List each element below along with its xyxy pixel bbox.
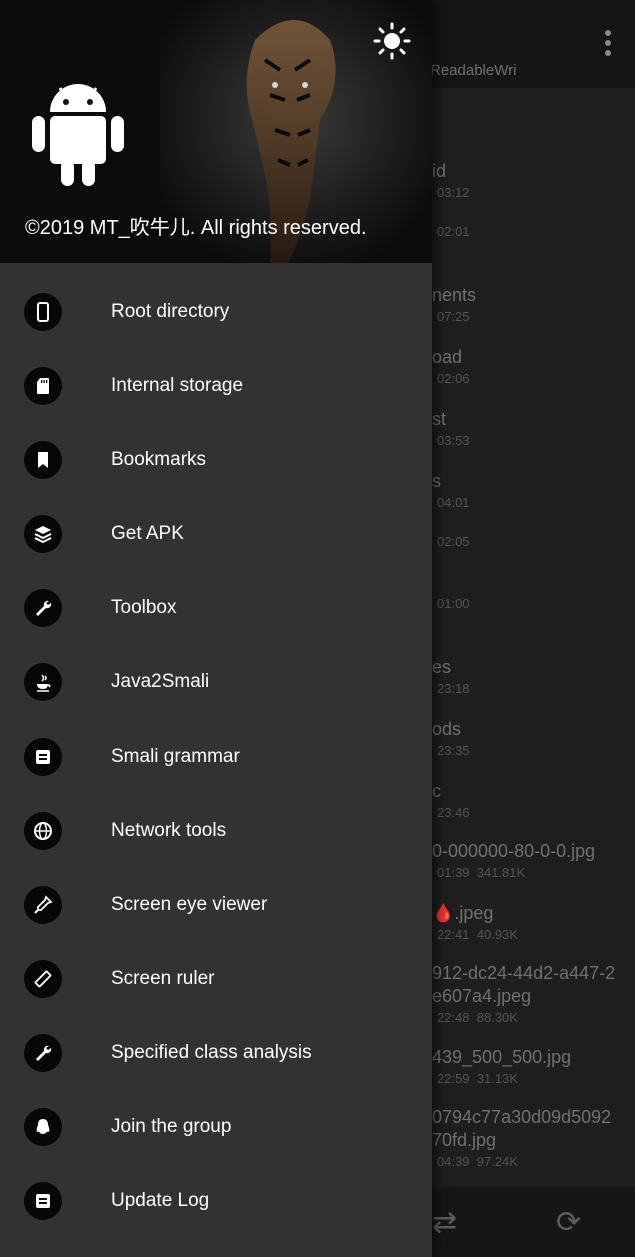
layers-icon: [24, 515, 62, 554]
file-meta: 23:46: [437, 805, 470, 820]
menu-item-label: Toolbox: [111, 597, 177, 619]
file-meta: 01:00: [437, 596, 470, 611]
file-meta: 04:01: [437, 495, 470, 510]
file-name: 0794c77a30d09d5092 70fd.jpg: [432, 1107, 612, 1150]
file-list-item[interactable]: 0794c77a30d09d5092 70fd.jpg 04:39 97.24K: [432, 1106, 635, 1169]
file-meta: 03:53: [437, 433, 470, 448]
menu-item-label: Root directory: [111, 301, 230, 322]
file-meta: 22:59 31.13K: [437, 1071, 518, 1086]
eyedropper-icon: [24, 885, 62, 924]
ruler-icon: [24, 959, 62, 998]
android-logo-icon: [32, 84, 124, 186]
menu-item-label: Get APK: [111, 523, 184, 545]
file-name: 912-dc24-44d2-a447-2 e607a4.jpeg: [432, 963, 616, 1006]
menu-item-label: Join the group: [111, 1116, 232, 1138]
menu-item-get-apk[interactable]: Get APK: [0, 498, 432, 572]
menu-item-bookmarks[interactable]: Bookmarks: [0, 424, 432, 498]
phone-icon: [24, 293, 62, 331]
wrench-icon: [24, 589, 62, 628]
file-list-item[interactable]: ods 23:35: [432, 718, 635, 758]
menu-item-join-the-group[interactable]: Join the group: [0, 1091, 432, 1165]
menu-item-screen-eye-viewer[interactable]: Screen eye viewer: [0, 869, 432, 943]
menu-item-toolbox[interactable]: Toolbox: [0, 572, 432, 646]
menu-item-screen-ruler[interactable]: Screen ruler: [0, 943, 432, 1017]
file-name: es: [432, 657, 452, 677]
menu-item-specified-class-analysis[interactable]: Specified class analysis: [0, 1017, 432, 1091]
file-list-item[interactable]: nents 07:25: [432, 284, 635, 324]
current-path: ReadableWri: [430, 62, 517, 79]
menu-item-label: Internal storage: [111, 375, 244, 397]
menu-item-root-directory[interactable]: Root directory: [0, 276, 432, 350]
menu-item-internal-storage[interactable]: Internal storage: [0, 350, 432, 424]
file-name: s: [432, 471, 441, 491]
file-list-item[interactable]: oad 02:06: [432, 346, 635, 386]
navigation-drawer: ©2019 MT_吹牛儿. All rights reserved. Root …: [0, 0, 432, 1257]
bookmark-icon: [24, 441, 62, 480]
more-options-icon[interactable]: [605, 30, 611, 60]
menu-item-label: Specified class analysis: [111, 1041, 312, 1063]
menu-item-label: Java2Smali: [111, 671, 210, 693]
file-list-item[interactable]: 439_500_500.jpg 22:59 31.13K: [432, 1046, 635, 1086]
file-list-item[interactable]: s 04:01: [432, 470, 635, 510]
file-name: c: [432, 781, 441, 801]
file-meta: 01:39 341.81K: [437, 865, 526, 880]
file-meta: 02:05: [437, 534, 470, 549]
brightness-icon[interactable]: [373, 22, 411, 60]
globe-icon: [24, 811, 62, 850]
file-name: ods: [432, 719, 462, 739]
file-list-item[interactable]: 02:05: [432, 532, 635, 549]
menu-item-update-log[interactable]: Update Log: [0, 1165, 432, 1239]
file-name: oad: [432, 347, 463, 367]
menu-item-network-tools[interactable]: Network tools: [0, 795, 432, 869]
file-name: 439_500_500.jpg: [432, 1047, 572, 1067]
file-name: id: [432, 161, 447, 181]
menu-item-label: Smali grammar: [111, 745, 240, 767]
file-list-item[interactable]: id 03:12: [432, 160, 635, 200]
qq-penguin-icon: [24, 1108, 62, 1147]
sd-card-icon: [24, 367, 62, 406]
file-name: nents: [432, 285, 477, 305]
java-icon: [24, 663, 62, 702]
menu-item-label: Screen eye viewer: [111, 893, 268, 915]
drawer-header: ©2019 MT_吹牛儿. All rights reserved.: [0, 0, 432, 263]
menu-item-label: Bookmarks: [111, 449, 207, 471]
file-list-item[interactable]: 0-000000-80-0-0.jpg 01:39 341.81K: [432, 840, 635, 880]
file-meta: 02:06: [437, 371, 470, 386]
file-meta: 23:18: [437, 681, 470, 696]
file-list-item[interactable]: 02:01: [432, 222, 635, 239]
menu-item-java2smali[interactable]: Java2Smali: [0, 646, 432, 720]
file-list-item[interactable]: 🩸.jpeg 22:41 40.93K: [432, 902, 635, 942]
swap-icon[interactable]: ⇄: [432, 1205, 457, 1240]
file-list-item[interactable]: st 03:53: [432, 408, 635, 448]
file-meta: 04:39 97.24K: [437, 1154, 518, 1169]
file-name: 🩸.jpeg: [432, 903, 494, 923]
menu-item-label: Screen ruler: [111, 967, 215, 989]
wrench-icon: [24, 1033, 62, 1072]
file-name: 0-000000-80-0-0.jpg: [432, 841, 596, 861]
file-meta: 03:12: [437, 185, 470, 200]
drawer-menu: Root directory Internal storage Bookmarks G…: [0, 276, 432, 1239]
file-meta: 22:48 88.30K: [437, 1010, 518, 1025]
file-meta: 23:35: [437, 743, 470, 758]
file-meta: 02:01: [437, 224, 470, 239]
file-meta: 22:41 40.93K: [437, 927, 518, 942]
file-list-item[interactable]: es 23:18: [432, 656, 635, 696]
file-list-item[interactable]: 01:00: [432, 594, 635, 611]
file-name: st: [432, 409, 447, 429]
menu-item-label: Network tools: [111, 819, 227, 841]
book-icon: [24, 737, 62, 776]
file-list-item[interactable]: 912-dc24-44d2-a447-2 e607a4.jpeg 22:48 88…: [432, 962, 635, 1025]
menu-item-smali-grammar[interactable]: Smali grammar: [0, 721, 432, 795]
file-meta: 07:25: [437, 309, 470, 324]
menu-item-label: Update Log: [111, 1190, 210, 1212]
file-list-item[interactable]: c 23:46: [432, 780, 635, 820]
refresh-icon[interactable]: ⟳: [556, 1205, 581, 1240]
copyright-text: ©2019 MT_吹牛儿. All rights reserved.: [25, 217, 367, 239]
book-icon: [24, 1182, 62, 1221]
